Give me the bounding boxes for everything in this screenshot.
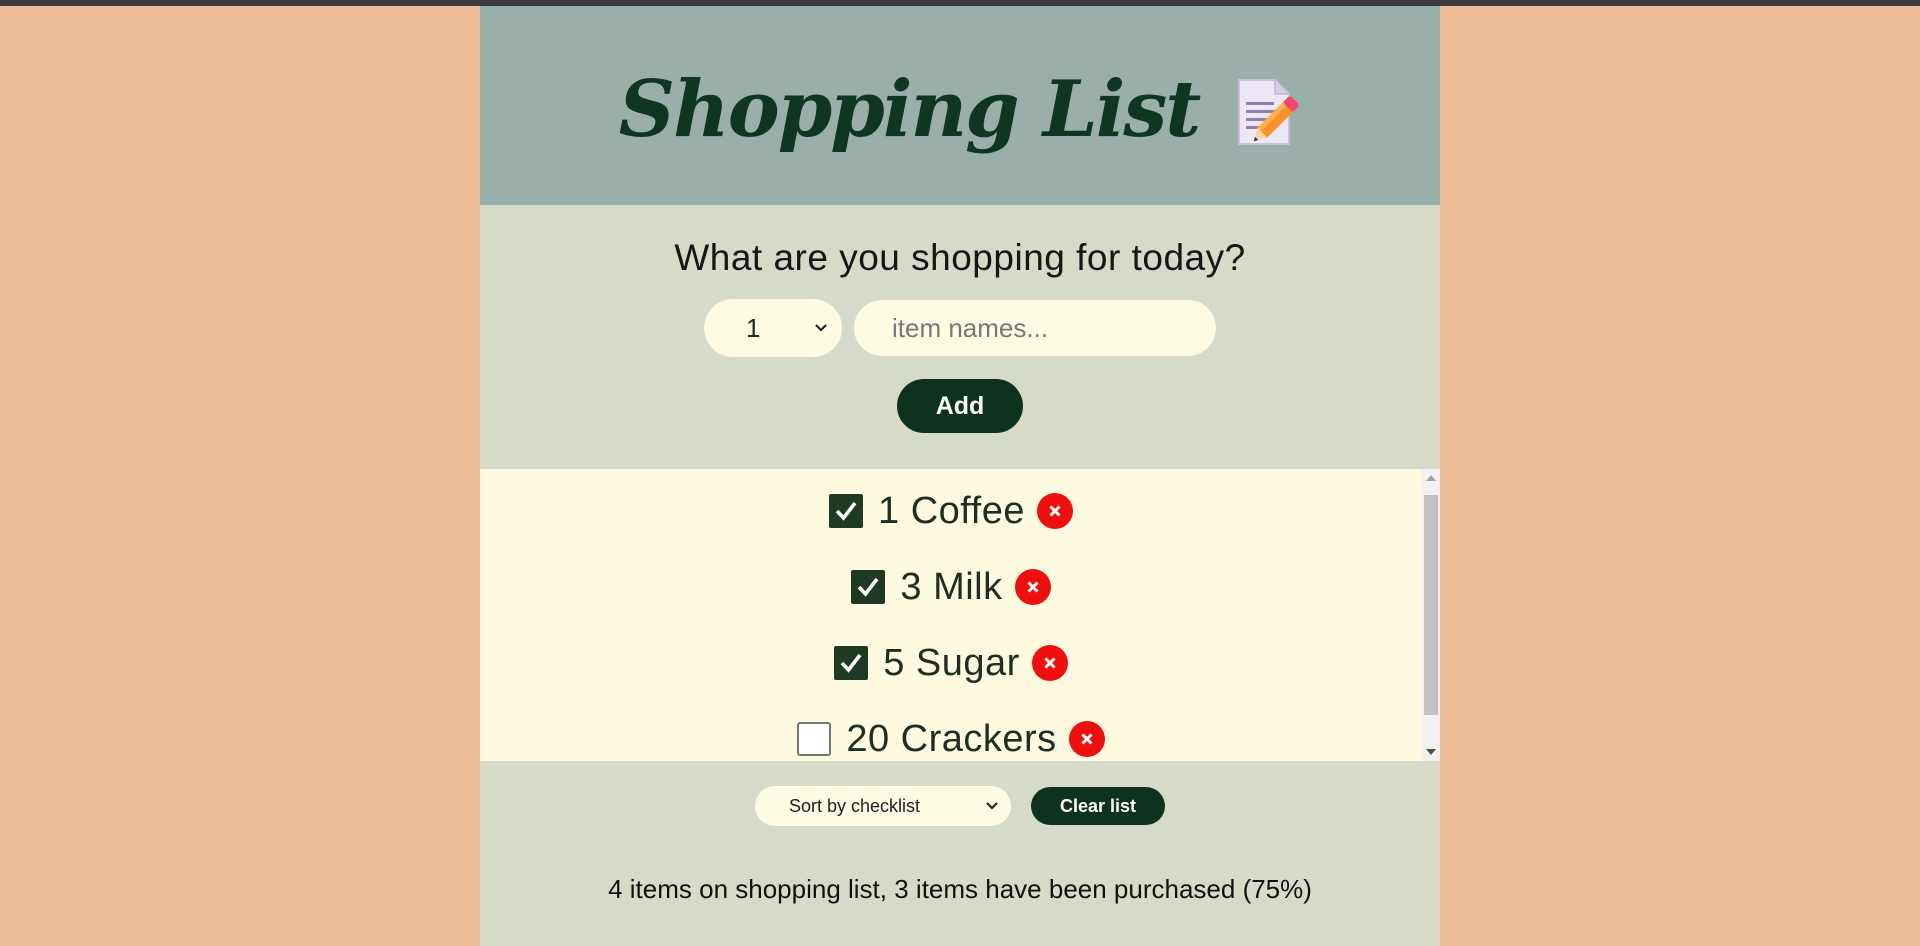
scrollbar-thumb[interactable] <box>1424 495 1438 715</box>
list-item: 5 Sugar <box>480 638 1422 688</box>
list-item: 20 Crackers <box>480 714 1422 764</box>
close-icon <box>1027 581 1039 593</box>
add-button[interactable]: Add <box>897 379 1023 433</box>
list-items: 1 Coffee 3 Milk 5 Sugar 20 Crackers <box>480 469 1422 761</box>
shopping-list: 1 Coffee 3 Milk 5 Sugar 20 Crackers <box>480 469 1440 761</box>
shopping-list-app: Shopping List What are you shopping for … <box>480 6 1440 946</box>
page-title: Shopping List <box>618 64 1202 155</box>
item-label: 1 Coffee <box>878 489 1025 532</box>
item-checkbox[interactable] <box>797 722 832 756</box>
list-scrollbar[interactable] <box>1422 469 1440 761</box>
sort-select[interactable]: Sort by checklist <box>755 786 1011 826</box>
quantity-value: 1 <box>746 312 761 343</box>
item-label: 20 Crackers <box>846 717 1057 760</box>
item-checkbox[interactable] <box>851 570 886 604</box>
sort-value: Sort by checklist <box>789 795 921 816</box>
check-icon <box>840 653 862 673</box>
delete-item-button[interactable] <box>1031 645 1068 681</box>
list-item: 3 Milk <box>480 562 1422 612</box>
chevron-down-icon <box>981 795 1003 817</box>
item-checkbox[interactable] <box>834 646 869 680</box>
delete-item-button[interactable] <box>1014 569 1051 605</box>
item-label: 5 Sugar <box>883 641 1020 684</box>
list-actions: Sort by checklist Clear list <box>480 786 1440 826</box>
check-icon <box>835 501 857 521</box>
delete-item-button[interactable] <box>1036 493 1073 529</box>
list-stats: 4 items on shopping list, 3 items have b… <box>608 874 1312 904</box>
item-label: 3 Milk <box>900 565 1003 608</box>
close-icon <box>1081 733 1093 745</box>
scroll-up-arrow-icon[interactable] <box>1422 469 1440 487</box>
close-icon <box>1044 657 1056 669</box>
item-name-input[interactable] <box>854 300 1216 356</box>
clear-list-button[interactable]: Clear list <box>1031 787 1165 825</box>
close-icon <box>1049 505 1061 517</box>
scroll-down-arrow-icon[interactable] <box>1422 743 1440 761</box>
memo-icon <box>1233 76 1301 148</box>
add-item-controls: 1 <box>480 299 1440 357</box>
quantity-select[interactable]: 1 <box>704 299 842 357</box>
chevron-down-icon <box>810 317 832 339</box>
app-header: Shopping List <box>480 6 1440 205</box>
delete-item-button[interactable] <box>1068 721 1105 757</box>
list-item: 1 Coffee <box>480 486 1422 536</box>
prompt-heading: What are you shopping for today? <box>674 237 1246 278</box>
add-button-row: Add <box>480 379 1440 433</box>
check-icon <box>858 577 879 597</box>
item-checkbox[interactable] <box>829 494 864 528</box>
